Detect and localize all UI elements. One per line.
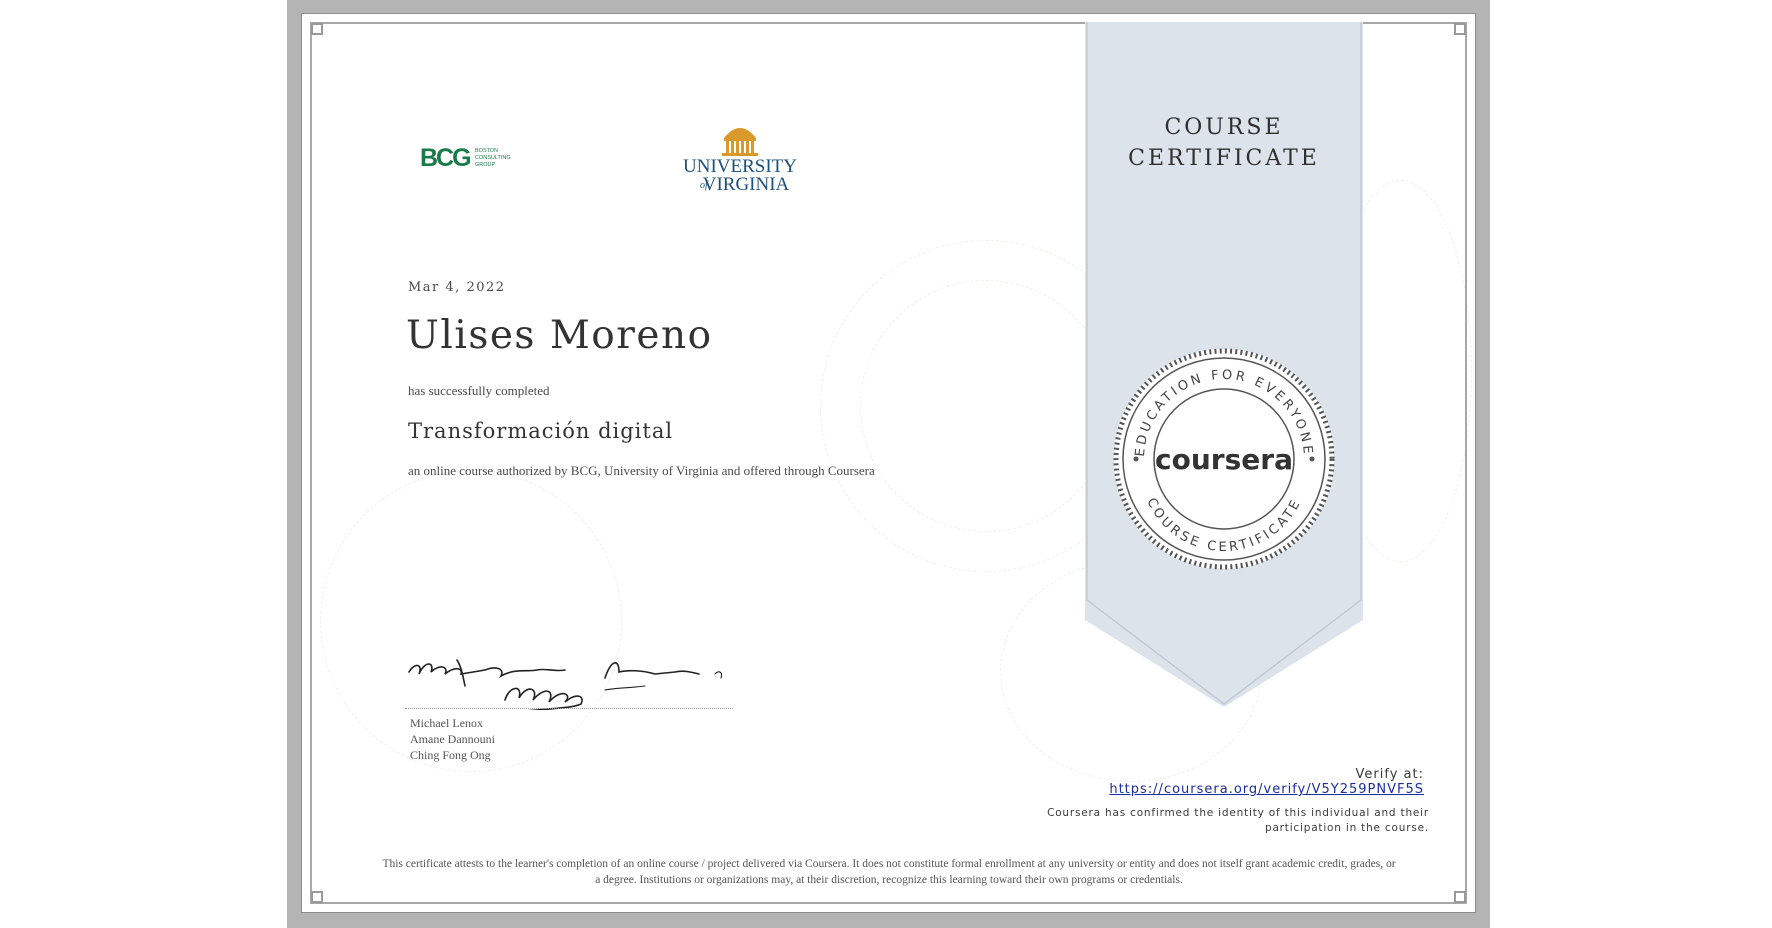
disclaimer: This certificate attests to the learner'… bbox=[330, 856, 1448, 888]
seal-brand-text: coursera bbox=[1155, 443, 1293, 476]
disclaimer-line: This certificate attests to the learner'… bbox=[382, 858, 1396, 870]
corner-ornament-top-right bbox=[1454, 23, 1466, 35]
svg-text:GROUP: GROUP bbox=[475, 162, 496, 168]
ribbon-title-line1: COURSE bbox=[1164, 115, 1284, 140]
signature-scribbles bbox=[408, 659, 723, 710]
verify-label: Verify at: bbox=[1355, 767, 1424, 782]
signer-names: Michael Lenox Amane Dannouni Ching Fong … bbox=[410, 715, 495, 763]
corner-ornament-bottom-left bbox=[311, 891, 323, 903]
recipient-name: Ulises Moreno bbox=[406, 313, 713, 358]
identity-statement: Coursera has confirmed the identity of t… bbox=[1009, 806, 1429, 836]
authorized-text: an online course authorized by BCG, Univ… bbox=[408, 463, 875, 478]
identity-line: participation in the course. bbox=[1264, 822, 1429, 834]
completed-text: has successfully completed bbox=[408, 383, 550, 398]
corner-ornament-top-left bbox=[311, 23, 323, 35]
identity-line: Coursera has confirmed the identity of t… bbox=[1047, 807, 1429, 819]
signer-name: Amane Dannouni bbox=[410, 732, 495, 746]
disclaimer-line: a degree. Institutions or organizations … bbox=[595, 874, 1183, 886]
ribbon-title: COURSE CERTIFICATE bbox=[1085, 112, 1363, 174]
signer-name: Michael Lenox bbox=[410, 716, 483, 730]
svg-text:CONSULTING: CONSULTING bbox=[475, 155, 511, 161]
course-title: Transformación digital bbox=[408, 419, 674, 443]
signature-line bbox=[405, 708, 733, 709]
signer-name: Ching Fong Ong bbox=[410, 748, 491, 762]
verify-link[interactable]: https://coursera.org/verify/V5Y259PNVF5S bbox=[1109, 782, 1424, 797]
bcg-logo: BCG BOSTON CONSULTING GROUP bbox=[420, 144, 511, 172]
ribbon-title-line2: CERTIFICATE bbox=[1128, 146, 1320, 171]
coursera-seal: EDUCATION FOR EVERYONE COURSE CERTIFICAT… bbox=[1113, 348, 1335, 570]
completion-date: Mar 4, 2022 bbox=[408, 280, 506, 295]
svg-text:VIRGINIA: VIRGINIA bbox=[703, 174, 790, 195]
corner-ornament-bottom-right bbox=[1454, 891, 1466, 903]
uva-logo: UNIVERSITY of VIRGINIA bbox=[683, 128, 797, 195]
svg-text:BOSTON: BOSTON bbox=[475, 148, 498, 154]
guilloche-pattern bbox=[860, 280, 1112, 532]
svg-text:BCG: BCG bbox=[420, 144, 470, 172]
